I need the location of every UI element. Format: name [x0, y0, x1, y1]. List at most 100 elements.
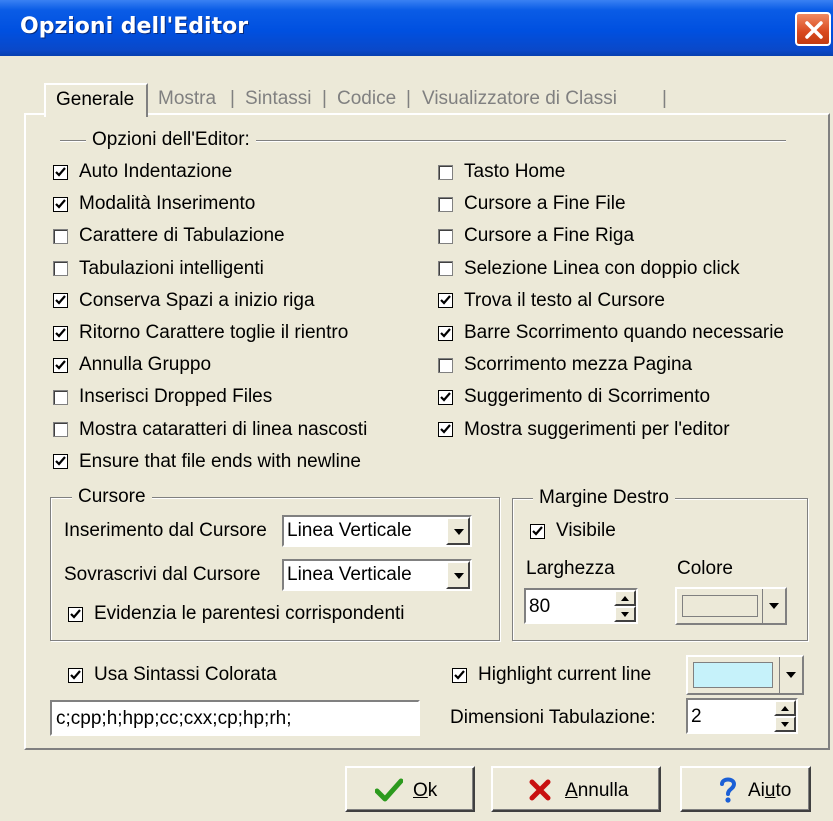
insert-cursor-select[interactable]: Linea Verticale [282, 515, 472, 547]
checkbox-box[interactable] [438, 196, 453, 212]
margin-width-spinner[interactable]: 80 [524, 588, 638, 624]
editor-option-left-label: Tabulazioni intelligenti [79, 257, 264, 279]
editor-option-left-checkbox[interactable]: Mostra cataratteri di linea nascosti [53, 417, 367, 443]
editor-option-right-checkbox[interactable]: Suggerimento di Scorrimento [438, 384, 710, 410]
checkbox-box[interactable] [530, 523, 545, 539]
tab-separator: | [322, 88, 327, 109]
editor-option-right-checkbox[interactable]: Cursore a Fine Riga [438, 223, 634, 249]
tab-size-label: Dimensioni Tabulazione: [450, 707, 656, 728]
spin-down-button[interactable] [774, 716, 796, 732]
cancel-button[interactable]: Annulla [491, 766, 661, 812]
checkmark-icon [440, 424, 451, 434]
syntax-extensions-input[interactable]: c;cpp;h;hpp;cc;cxx;cp;hp;rh; [50, 700, 420, 736]
margin-width-label: Larghezza [526, 558, 615, 579]
editor-option-right-checkbox[interactable]: Selezione Linea con doppio click [438, 256, 740, 282]
tab-sintassi[interactable]: Sintassi [245, 84, 312, 116]
tab-separator: | [230, 88, 235, 109]
checkmark-icon [454, 669, 465, 680]
checkmark-icon [70, 608, 81, 619]
editor-option-left-checkbox[interactable]: Conserva Spazi a inizio riga [53, 288, 315, 314]
color-dropdown-button[interactable] [762, 589, 785, 623]
cancel-button-label: Annulla [565, 780, 629, 801]
insert-cursor-label: Inserimento dal Cursore [64, 520, 267, 541]
checkbox-box[interactable] [53, 196, 68, 212]
tab-visualizzatore-classi[interactable]: Visualizzatore di Classi [422, 84, 617, 116]
spin-up-button[interactable] [774, 700, 796, 716]
checkmark-icon [70, 669, 81, 680]
spin-down-button[interactable] [614, 606, 636, 622]
checkmark-icon [55, 295, 66, 305]
highlight-line-checkbox[interactable]: Highlight current line [452, 662, 651, 688]
checkbox-box[interactable] [438, 389, 453, 405]
checkbox-box[interactable] [53, 293, 68, 309]
editor-option-right-checkbox[interactable]: Cursore a Fine File [438, 191, 626, 217]
checkbox-box[interactable] [438, 293, 453, 309]
tab-mostra[interactable]: Mostra [158, 84, 216, 116]
editor-option-left-checkbox[interactable]: Inserisci Dropped Files [53, 384, 272, 410]
tab-size-spinner[interactable]: 2 [686, 698, 798, 734]
editor-option-left-checkbox[interactable]: Tabulazioni intelligenti [53, 256, 264, 282]
arrow-down-icon [621, 612, 629, 617]
use-syntax-checkbox[interactable]: Usa Sintassi Colorata [68, 662, 277, 688]
editor-option-right-label: Mostra suggerimenti per l'editor [464, 418, 730, 440]
checkbox-box[interactable] [53, 454, 68, 470]
checkbox-box[interactable] [53, 357, 68, 373]
editor-option-right-checkbox[interactable]: Barre Scorrimento quando necessarie [438, 320, 784, 346]
overwrite-cursor-value: Linea Verticale [287, 564, 412, 585]
editor-option-left-label: Conserva Spazi a inizio riga [79, 289, 315, 311]
help-button[interactable]: Aiuto [680, 766, 811, 812]
checkbox-box[interactable] [53, 228, 68, 244]
editor-option-right-label: Trova il testo al Cursore [464, 289, 665, 311]
checkbox-box[interactable] [452, 667, 467, 683]
checkbox-box[interactable] [53, 261, 68, 277]
dropdown-button[interactable] [446, 517, 470, 545]
checkbox-box[interactable] [438, 325, 453, 341]
match-brackets-checkbox[interactable]: Evidenzia le parentesi corrispondenti [68, 601, 405, 627]
tab-codice[interactable]: Codice [337, 84, 396, 116]
tab-generale[interactable]: Generale [44, 83, 148, 117]
margin-color-picker[interactable] [675, 587, 787, 625]
tab-size-value: 2 [691, 706, 702, 727]
editor-option-right-checkbox[interactable]: Scorrimento mezza Pagina [438, 352, 692, 378]
checkbox-box[interactable] [53, 389, 68, 405]
checkbox-box[interactable] [53, 422, 68, 438]
checkmark-icon [440, 392, 451, 402]
checkbox-box[interactable] [53, 325, 68, 341]
editor-option-left-checkbox[interactable]: Ritorno Carattere toglie il rientro [53, 320, 348, 346]
margin-visible-checkbox[interactable]: Visibile [530, 518, 616, 544]
use-syntax-label: Usa Sintassi Colorata [94, 664, 277, 685]
editor-option-left-checkbox[interactable]: Modalità Inserimento [53, 191, 255, 217]
checkbox-box[interactable] [68, 606, 83, 622]
checkbox-box[interactable] [438, 357, 453, 373]
overwrite-cursor-select[interactable]: Linea Verticale [282, 559, 472, 591]
checkbox-box[interactable] [438, 261, 453, 277]
editor-option-left-checkbox[interactable]: Ensure that file ends with newline [53, 449, 361, 475]
editor-option-left-label: Ritorno Carattere toglie il rientro [79, 322, 349, 343]
editor-option-right-checkbox[interactable]: Trova il testo al Cursore [438, 288, 665, 314]
title-bar[interactable]: Opzioni dell'Editor [0, 0, 833, 56]
spin-up-button[interactable] [614, 590, 636, 606]
editor-option-left-checkbox[interactable]: Carattere di Tabulazione [53, 223, 285, 249]
editor-option-right-checkbox[interactable]: Tasto Home [438, 159, 565, 185]
checkbox-box[interactable] [53, 164, 68, 180]
editor-option-right-checkbox[interactable]: Mostra suggerimenti per l'editor [438, 417, 730, 443]
dropdown-button[interactable] [446, 561, 470, 589]
checkmark-icon [55, 327, 66, 338]
editor-options-group-label: Opzioni dell'Editor: [86, 129, 256, 151]
editor-option-right-label: Cursore a Fine File [464, 193, 626, 215]
match-brackets-label: Evidenzia le parentesi corrispondenti [94, 603, 405, 624]
checkbox-box[interactable] [68, 667, 83, 683]
editor-option-left-checkbox[interactable]: Annulla Gruppo [53, 352, 211, 378]
highlight-color-picker[interactable] [686, 655, 804, 695]
close-button[interactable] [795, 12, 831, 46]
checkbox-box[interactable] [438, 164, 453, 180]
checkbox-box[interactable] [438, 422, 453, 438]
ok-button[interactable]: Ok [345, 766, 475, 812]
editor-option-left-label: Annulla Gruppo [79, 354, 212, 376]
color-dropdown-button[interactable] [779, 657, 802, 693]
checkbox-box[interactable] [438, 228, 453, 244]
editor-option-left-checkbox[interactable]: Auto Indentazione [53, 159, 232, 185]
close-icon [805, 21, 823, 39]
chevron-down-icon [769, 603, 779, 609]
checkmark-icon [55, 166, 66, 177]
